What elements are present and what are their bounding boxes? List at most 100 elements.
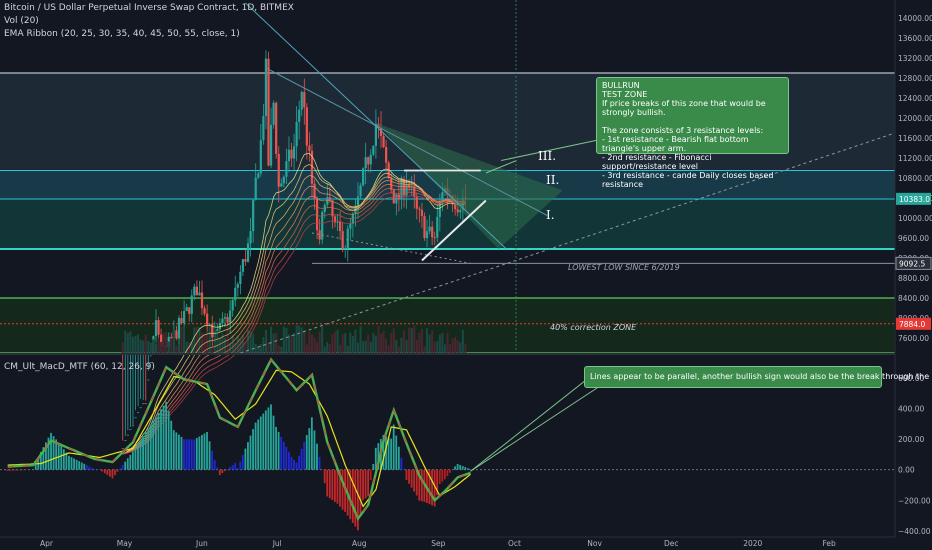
volume-bar — [413, 325, 416, 353]
candle-body — [305, 107, 308, 146]
macd-histogram-bar — [188, 439, 191, 470]
candle-body — [226, 317, 229, 323]
candle-body — [221, 318, 224, 323]
volume-bar — [142, 340, 145, 353]
candle-body — [420, 209, 424, 216]
volume-bar — [459, 342, 462, 353]
volume-bar — [443, 344, 446, 353]
volume-bar — [257, 346, 260, 353]
candle-body — [241, 259, 245, 272]
candle-body — [246, 243, 250, 262]
candle-body — [126, 434, 129, 436]
macd-histogram-bar — [116, 469, 119, 472]
candle-body — [170, 336, 173, 339]
volume-bar — [418, 332, 421, 353]
volume-bar — [446, 332, 449, 353]
volume-bar — [397, 346, 400, 353]
candle-body — [300, 92, 303, 110]
macd-histogram-bar — [185, 439, 188, 470]
macd-histogram-bar — [364, 469, 367, 499]
candle-body — [436, 216, 439, 238]
macd-histogram-bar — [162, 405, 165, 470]
volume-bar — [420, 328, 423, 353]
time-tick-label: Nov — [587, 539, 602, 548]
volume-bar — [178, 343, 180, 353]
macd-histogram-bar — [34, 463, 37, 470]
volume-bar — [369, 342, 372, 353]
candle-body — [131, 425, 135, 427]
volume-bar — [367, 334, 370, 353]
macd-histogram-bar — [142, 436, 144, 470]
chart-canvas[interactable]: 7600.008000.008400.008800.009200.009600.… — [0, 0, 932, 550]
candle-body — [382, 135, 385, 147]
price-tick-label: 8400.00 — [898, 294, 929, 303]
macd-histogram-bar — [252, 429, 254, 470]
macd-histogram-bar — [106, 469, 109, 475]
candle-body — [129, 428, 132, 430]
macd-histogram-bar — [11, 469, 14, 471]
macd-histogram-bar — [249, 435, 252, 470]
volume-bar — [193, 327, 196, 353]
macd-histogram-bar — [157, 412, 160, 470]
volume-bar — [154, 343, 157, 353]
volume-bar — [318, 331, 321, 353]
macd-histogram-bar — [68, 455, 70, 470]
macd-histogram-bar — [262, 413, 265, 470]
volume-bar — [408, 327, 411, 353]
macd-histogram-bar — [62, 449, 65, 470]
macd-histogram-bar — [75, 459, 78, 470]
macd-histogram-bar — [88, 466, 91, 470]
macd-tick-label: 200.00 — [898, 435, 924, 444]
macd-note[interactable]: Lines appear to be parallel, another bul… — [584, 366, 932, 388]
macd-histogram-bar — [449, 469, 451, 473]
volume-bar — [390, 332, 393, 353]
volume-bar — [157, 337, 160, 353]
candle-body — [418, 208, 421, 210]
volume-bar — [270, 326, 273, 353]
macd-histogram-bar — [316, 443, 318, 470]
candle-body — [364, 157, 367, 169]
macd-histogram-bar — [160, 409, 162, 470]
macd-histogram-bar — [443, 469, 446, 480]
volume-bar — [321, 326, 324, 353]
candle-body — [218, 322, 222, 330]
candle-body — [139, 407, 142, 409]
bullrun-note[interactable]: BULLRUN TEST ZONE If price breaks of thi… — [596, 77, 789, 189]
time-tick-label: Feb — [823, 539, 837, 548]
candle-body — [124, 440, 127, 441]
macd-histogram-bar — [280, 436, 283, 470]
volume-bar — [433, 341, 436, 353]
macd-histogram-bar — [229, 467, 231, 470]
candle-body — [208, 323, 211, 325]
candle-body — [456, 209, 459, 213]
volume-bar — [147, 340, 150, 353]
macd-histogram-bar — [201, 435, 203, 470]
volume-bar — [438, 334, 441, 353]
macd-histogram-bar — [198, 436, 201, 470]
volume-bar — [277, 345, 280, 353]
macd-histogram-bar — [390, 438, 393, 470]
price-tick-label: 13200.00 — [898, 54, 932, 63]
volume-bar — [341, 334, 344, 353]
macd-histogram-bar — [298, 455, 300, 470]
macd-histogram-bar — [413, 469, 416, 492]
price-tick-label: 11600.00 — [898, 134, 932, 143]
candle-body — [339, 221, 342, 232]
volume-bar — [172, 328, 175, 353]
price-tick-label: 10800.00 — [898, 174, 932, 183]
volume-bar — [175, 345, 178, 353]
macd-histogram-bar — [446, 469, 449, 477]
macd-histogram-bar — [285, 446, 288, 470]
macd-tick-label: 400.00 — [898, 405, 924, 414]
volume-bar — [195, 326, 198, 353]
macd-histogram-bar — [147, 428, 150, 470]
macd-histogram-bar — [408, 469, 410, 484]
volume-bar — [328, 344, 331, 353]
macd-histogram-bar — [193, 439, 196, 470]
macd-histogram-bar — [456, 463, 459, 470]
macd-histogram-bar — [206, 431, 208, 470]
candle-body — [257, 173, 260, 178]
macd-histogram-bar — [357, 469, 359, 531]
candle-body — [349, 223, 352, 229]
volume-bar — [290, 336, 293, 353]
